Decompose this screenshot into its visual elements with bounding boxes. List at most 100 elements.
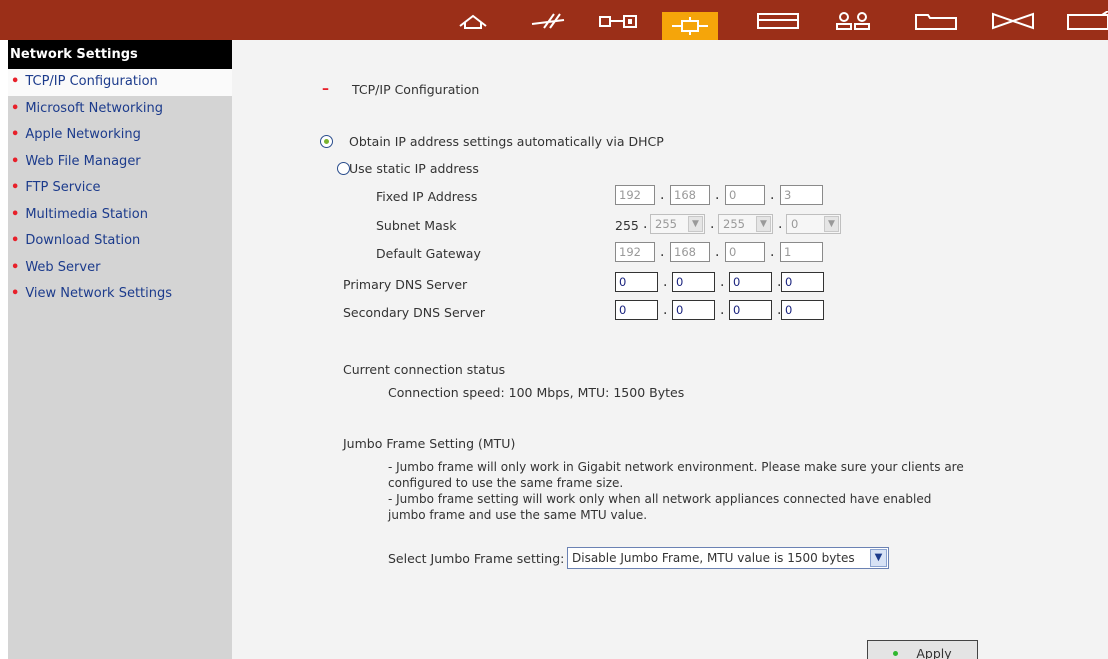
ip-separator: . [715,187,720,203]
sidebar-item-download-station[interactable]: • Download Station [8,228,232,255]
chevron-down-icon: ▼ [756,216,771,232]
fixed-ip-octet-4[interactable]: 3 [780,185,823,205]
sidebar-item-web-server[interactable]: • Web Server [8,255,232,282]
main-panel: – TCP/IP Configuration Obtain IP address… [232,40,1108,659]
fixed-ip-label: Fixed IP Address [376,189,478,204]
sidebar-item-apple-networking[interactable]: • Apple Networking [8,122,232,149]
static-ip-radio[interactable] [336,162,350,175]
system-icon[interactable] [520,8,576,34]
chevron-down-icon: ▼ [870,549,887,567]
top-navigation-bar [0,0,1108,40]
bullet-icon: • [11,180,20,195]
ip-separator: . [643,216,648,232]
sidebar-item-label: FTP Service [25,180,101,195]
subnet-octet-3-value: 255 [723,217,745,231]
network-icon[interactable] [662,12,718,40]
jumbo-note-1b: configured to use the same frame size. [388,476,624,490]
ip-separator: . [770,244,775,260]
subnet-octet-3-select[interactable]: 255 ▼ [718,214,773,234]
jumbo-note-2b: jumbo frame and use the same MTU value. [388,508,648,522]
primary-dns-octet-2[interactable]: 0 [672,272,715,292]
sidebar-item-label: Web Server [25,259,101,275]
sidebar-item-label: Download Station [25,233,141,248]
fixed-ip-octet-3[interactable]: 0 [725,185,765,205]
subnet-octet-1: 255 [615,218,639,233]
apply-button-label: Apply [916,645,952,659]
subnet-mask-label: Subnet Mask [376,218,457,233]
primary-dns-octet-1[interactable]: 0 [615,272,658,292]
secondary-dns-octet-3[interactable]: 0 [729,300,772,320]
share-icon[interactable] [908,8,964,34]
gateway-octet-3[interactable]: 0 [725,242,765,262]
chevron-down-icon: ▼ [824,216,839,232]
ip-separator: . [715,244,720,260]
users-icon[interactable] [825,8,881,34]
primary-dns-octet-3[interactable]: 0 [729,272,772,292]
bullet-icon: • [11,153,20,169]
gateway-octet-1[interactable]: 192 [615,242,655,262]
jumbo-frame-label: Jumbo Frame Setting (MTU) [343,436,516,451]
ip-separator: . [778,216,783,232]
ip-separator: . [720,302,725,318]
bullet-icon: • [11,259,20,275]
primary-dns-octet-4[interactable]: 0 [781,272,824,292]
jumbo-select-label: Select Jumbo Frame setting: [388,551,565,566]
ip-separator: . [720,274,725,290]
jumbo-note-1a: - Jumbo frame will only work in Gigabit … [388,460,964,474]
sidebar-item-label: Multimedia Station [25,206,148,222]
section-title: TCP/IP Configuration [352,82,480,97]
sidebar-item-view-network-settings[interactable]: • View Network Settings [8,281,232,308]
fixed-ip-octet-2[interactable]: 168 [670,185,710,205]
bullet-icon: • [11,127,20,142]
gateway-octet-4[interactable]: 1 [780,242,823,262]
dhcp-radio[interactable] [320,135,333,148]
sidebar-item-label: View Network Settings [25,286,173,301]
subnet-octet-2-value: 255 [655,217,677,231]
subnet-octet-4-value: 0 [791,217,799,231]
home-icon[interactable] [445,8,501,34]
sidebar-title: Network Settings [8,40,232,69]
bullet-icon: • [11,206,20,222]
sidebar-item-multimedia-station[interactable]: • Multimedia Station [8,202,232,229]
sidebar-item-label: TCP/IP Configuration [25,74,158,89]
secondary-dns-octet-1[interactable]: 0 [615,300,658,320]
default-gateway-label: Default Gateway [376,246,481,261]
ip-separator: . [663,274,668,290]
jumbo-frame-select-value: Disable Jumbo Frame, MTU value is 1500 b… [572,551,855,565]
sidebar-item-label: Microsoft Networking [25,100,163,116]
sidebar-item-microsoft-networking[interactable]: • Microsoft Networking [8,96,232,123]
bullet-icon: • [11,74,20,89]
bullet-icon: • [11,100,20,116]
bullet-icon: • [11,233,20,248]
subnet-octet-2-select[interactable]: 255 ▼ [650,214,705,234]
status-dot-icon [893,650,899,656]
static-ip-label: Use static IP address [349,161,479,176]
disk-icon[interactable] [590,8,646,34]
connection-status-value: Connection speed: 100 Mbps, MTU: 1500 By… [388,385,685,400]
ip-separator: . [660,187,665,203]
gateway-octet-2[interactable]: 168 [670,242,710,262]
sidebar-item-tcpip-configuration[interactable]: • TCP/IP Configuration [8,69,232,96]
apply-button[interactable]: Apply [867,640,978,659]
jumbo-frame-select[interactable]: Disable Jumbo Frame, MTU value is 1500 b… [567,547,889,569]
fixed-ip-octet-1[interactable]: 192 [615,185,655,205]
collapse-section-icon[interactable]: – [322,81,329,97]
secondary-dns-label: Secondary DNS Server [343,305,486,320]
secondary-dns-octet-4[interactable]: 0 [781,300,824,320]
connection-status-label: Current connection status [343,362,506,377]
bullet-icon: • [11,286,20,301]
chevron-down-icon: ▼ [688,216,703,232]
ip-separator: . [710,216,715,232]
sidebar-item-label: Web File Manager [25,153,141,169]
applications-icon[interactable] [985,8,1041,34]
sidebar-item-web-file-manager[interactable]: • Web File Manager [8,149,232,176]
dhcp-label: Obtain IP address settings automatically… [349,134,664,149]
ip-separator: . [770,187,775,203]
device-icon[interactable] [750,8,806,34]
secondary-dns-octet-2[interactable]: 0 [672,300,715,320]
subnet-octet-4-select[interactable]: 0 ▼ [786,214,841,234]
sidebar-item-ftp-service[interactable]: • FTP Service [8,175,232,202]
primary-dns-label: Primary DNS Server [343,277,468,292]
more-icon[interactable] [1060,8,1108,34]
jumbo-note-2a: - Jumbo frame setting will work only whe… [388,492,932,506]
